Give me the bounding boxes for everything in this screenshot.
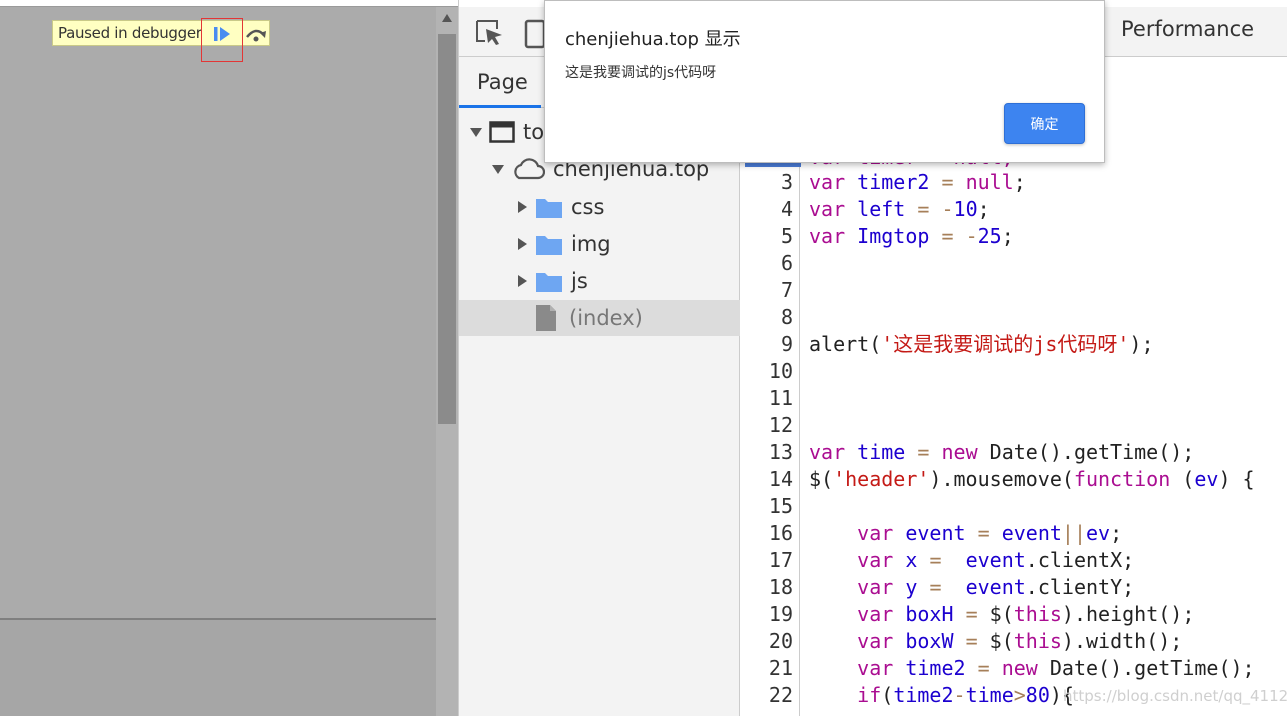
element-picker-button[interactable] (475, 19, 505, 47)
code-editor[interactable]: 3 4 5 6 7 8 9 10 11 12 13 14 15 16 17 18 19 20 21 22 var ti… (741, 108, 1287, 716)
paused-text: Paused in debugger (58, 24, 202, 42)
line-number-gutter: 3 4 5 6 7 8 9 10 11 12 13 14 15 16 17 18 19 20 21 22 (741, 108, 801, 716)
tree-item-img-folder[interactable]: img (459, 226, 740, 262)
line-number[interactable]: 18 (741, 574, 793, 601)
tree-item-label: (index) (569, 306, 643, 330)
code-line[interactable]: var left = -10; (809, 196, 990, 223)
tree-item-label: css (571, 195, 605, 219)
tree-item-label: to (523, 120, 545, 144)
line-number[interactable]: 7 (741, 277, 793, 304)
line-number[interactable]: 17 (741, 547, 793, 574)
folder-icon (535, 269, 563, 293)
line-number[interactable]: 12 (741, 412, 793, 439)
code-line[interactable]: alert('这是我要调试的js代码呀'); (809, 331, 1154, 358)
step-over-icon (246, 29, 266, 42)
line-number[interactable]: 21 (741, 655, 793, 682)
scroll-up-arrow-icon[interactable] (436, 7, 458, 29)
step-over-button[interactable] (243, 24, 269, 44)
code-line[interactable]: $('header').mousemove(function (ev) { (809, 466, 1255, 493)
tree-item-js-folder[interactable]: js (459, 263, 740, 299)
collapsed-arrow-icon (515, 274, 529, 288)
line-number[interactable]: 5 (741, 223, 793, 250)
tree-item-label: js (571, 269, 588, 293)
line-number[interactable]: 8 (741, 304, 793, 331)
cloud-icon (511, 158, 545, 180)
tree-item-css-folder[interactable]: css (459, 189, 740, 225)
file-icon (535, 304, 557, 332)
collapsed-arrow-icon (515, 200, 529, 214)
resume-button[interactable] (201, 18, 243, 62)
page-bottom-shade (0, 618, 436, 716)
line-number[interactable]: 20 (741, 628, 793, 655)
tab-performance[interactable]: Performance (1121, 17, 1254, 41)
code-line[interactable]: var x = event.clientX; (809, 547, 1134, 574)
code-line[interactable]: var event = event||ev; (809, 520, 1122, 547)
tab-page[interactable]: Page (459, 57, 541, 108)
line-number[interactable]: 3 (741, 169, 793, 196)
line-number[interactable]: 15 (741, 493, 793, 520)
alert-message: 这是我要调试的js代码呀 (565, 65, 717, 81)
code-line[interactable]: var boxW = $(this).width(); (809, 628, 1182, 655)
alert-ok-button[interactable]: 确定 (1004, 103, 1085, 144)
folder-icon (535, 232, 563, 256)
page-top-edge (0, 0, 458, 7)
code-line[interactable]: var boxH = $(this).height(); (809, 601, 1194, 628)
folder-icon (535, 195, 563, 219)
line-number[interactable]: 9 (741, 331, 793, 358)
frame-icon (489, 121, 515, 143)
line-number[interactable]: 14 (741, 466, 793, 493)
code-line[interactable]: var Imgtop = -25; (809, 223, 1014, 250)
line-number[interactable]: 4 (741, 196, 793, 223)
code-line[interactable]: var timer2 = null; (809, 169, 1026, 196)
code-line[interactable]: if(time2-time>80){ (809, 682, 1074, 709)
page-viewport: Paused in debugger (0, 0, 458, 716)
element-picker-icon (476, 20, 502, 45)
expand-arrow-icon (491, 162, 505, 176)
line-number[interactable]: 10 (741, 358, 793, 385)
line-number[interactable]: 16 (741, 520, 793, 547)
expand-arrow-icon (469, 125, 483, 139)
alert-dialog: chenjiehua.top 显示 这是我要调试的js代码呀 确定 (544, 0, 1105, 163)
paused-in-debugger-banner: Paused in debugger (52, 18, 270, 62)
line-number[interactable]: 19 (741, 601, 793, 628)
line-number[interactable]: 11 (741, 385, 793, 412)
line-number[interactable]: 6 (741, 250, 793, 277)
line-number[interactable]: 22 (741, 682, 793, 709)
code-line[interactable]: var time2 = new Date().getTime(); (809, 655, 1254, 682)
alert-title: chenjiehua.top 显示 (565, 29, 741, 50)
collapsed-arrow-icon (515, 237, 529, 251)
tree-item-label: img (571, 232, 611, 256)
line-number[interactable]: 13 (741, 439, 793, 466)
code-line[interactable]: var time = new Date().getTime(); (809, 439, 1194, 466)
page-scrollbar-thumb[interactable] (438, 34, 456, 424)
resume-icon (214, 27, 230, 41)
code-line[interactable]: var y = event.clientY; (809, 574, 1134, 601)
watermark: https://blog.csdn.net/qq_41128253 (1063, 687, 1287, 705)
tree-item-index-file[interactable]: (index) (459, 300, 740, 336)
